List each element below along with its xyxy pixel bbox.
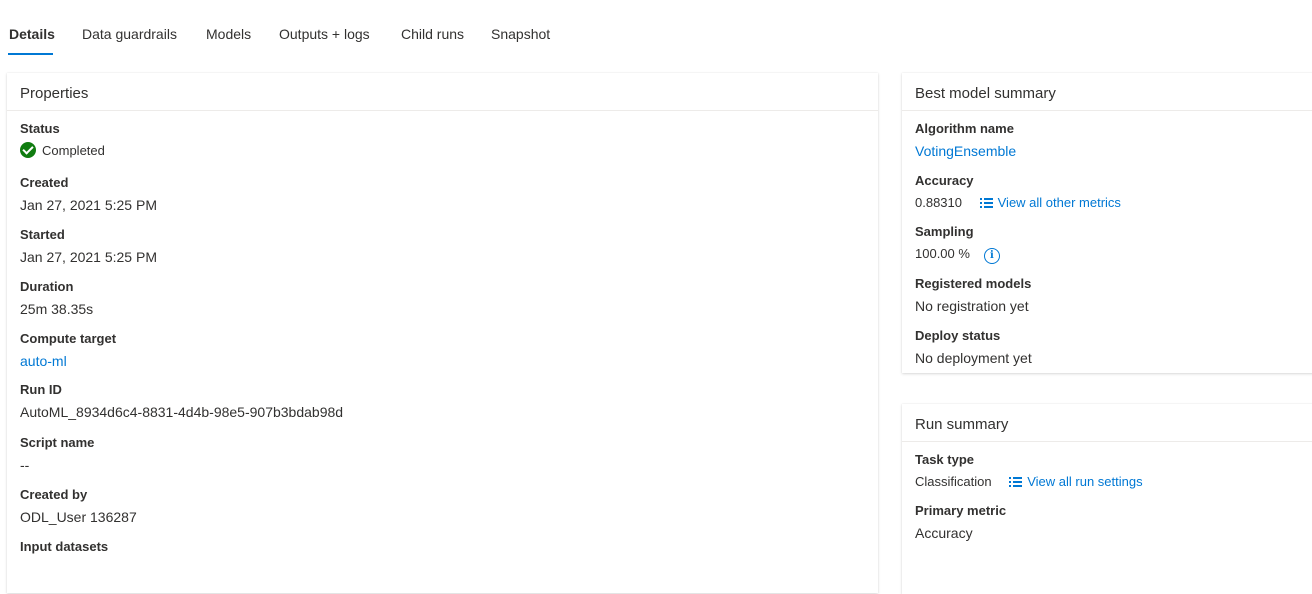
created-by-value: ODL_User 136287 bbox=[20, 509, 137, 525]
tab-snapshot[interactable]: Snapshot bbox=[491, 26, 550, 42]
accuracy-value: 0.88310 bbox=[911, 191, 966, 216]
view-all-run-settings-link[interactable]: View all run settings bbox=[1009, 474, 1143, 489]
active-tab-indicator bbox=[8, 53, 53, 55]
primary-metric-property: Primary metric Accuracy bbox=[915, 503, 1006, 543]
created-value: Jan 27, 2021 5:25 PM bbox=[20, 197, 157, 213]
status-property: Status Completed bbox=[20, 121, 105, 161]
primary-metric-label: Primary metric bbox=[915, 503, 1007, 518]
registered-models-value: No registration yet bbox=[915, 298, 1029, 314]
list-icon bbox=[1009, 477, 1023, 487]
sampling-value: 100.00 % bbox=[915, 246, 970, 261]
sampling-property: Sampling 100.00 % i bbox=[915, 224, 1000, 264]
algorithm-label: Algorithm name bbox=[915, 121, 1014, 136]
task-type-property: Task type Classification View all run se… bbox=[915, 452, 1143, 492]
algorithm-link[interactable]: VotingEnsemble bbox=[910, 139, 1021, 164]
accuracy-label: Accuracy bbox=[915, 173, 974, 188]
properties-card: Properties Status Completed Created Jan … bbox=[7, 73, 878, 593]
run-id-property: Run ID AutoML_8934d6c4-8831-4d4b-98e5-90… bbox=[14, 382, 374, 432]
tab-models[interactable]: Models bbox=[206, 26, 251, 42]
deploy-status-value: No deployment yet bbox=[915, 350, 1032, 366]
created-label: Created bbox=[20, 175, 69, 190]
primary-metric-value: Accuracy bbox=[915, 525, 973, 541]
registered-models-property: Registered models No registration yet bbox=[915, 276, 1031, 316]
status-value: Completed bbox=[20, 141, 105, 161]
divider bbox=[7, 110, 878, 111]
best-model-summary-card: Best model summary Algorithm name Voting… bbox=[902, 73, 1312, 373]
duration-label: Duration bbox=[20, 279, 74, 294]
properties-title: Properties bbox=[20, 85, 89, 102]
tab-outputs-logs[interactable]: Outputs + logs bbox=[279, 26, 370, 42]
created-by-label: Created by bbox=[20, 487, 88, 502]
run-id-label: Run ID bbox=[20, 382, 62, 397]
duration-property: Duration 25m 38.35s bbox=[20, 279, 93, 319]
run-id-value: AutoML_8934d6c4-8831-4d4b-98e5-907b3bdab… bbox=[14, 393, 374, 432]
input-datasets-label: Input datasets bbox=[20, 539, 109, 554]
created-property: Created Jan 27, 2021 5:25 PM bbox=[20, 175, 157, 215]
registered-models-label: Registered models bbox=[915, 276, 1032, 291]
duration-value: 25m 38.35s bbox=[20, 301, 94, 317]
compute-target-property: Compute target auto-ml bbox=[20, 331, 116, 371]
tab-child-runs[interactable]: Child runs bbox=[401, 26, 464, 42]
view-all-metrics-label: View all other metrics bbox=[997, 195, 1121, 210]
run-summary-title: Run summary bbox=[915, 416, 1009, 433]
divider bbox=[902, 110, 1312, 111]
divider bbox=[902, 441, 1312, 442]
compute-target-link[interactable]: auto-ml bbox=[20, 351, 116, 371]
script-name-value: -- bbox=[20, 457, 30, 473]
deploy-status-property: Deploy status No deployment yet bbox=[915, 328, 1032, 368]
tab-details[interactable]: Details bbox=[9, 26, 55, 42]
check-circle-icon bbox=[20, 142, 36, 158]
info-icon[interactable]: i bbox=[983, 248, 1000, 264]
view-all-metrics-link[interactable]: View all other metrics bbox=[979, 195, 1121, 210]
status-text: Completed bbox=[42, 143, 105, 158]
started-label: Started bbox=[20, 227, 65, 242]
task-type-value: Classification bbox=[915, 474, 992, 489]
algorithm-property: Algorithm name VotingEnsemble bbox=[910, 121, 1021, 164]
started-value: Jan 27, 2021 5:25 PM bbox=[20, 249, 157, 265]
list-icon bbox=[979, 198, 993, 208]
created-by-property: Created by ODL_User 136287 bbox=[20, 487, 137, 527]
compute-target-label: Compute target bbox=[20, 331, 117, 346]
deploy-status-label: Deploy status bbox=[915, 328, 1001, 343]
script-name-label: Script name bbox=[20, 435, 95, 450]
accuracy-property: Accuracy 0.88310 View all other metrics bbox=[911, 173, 1121, 216]
tab-bar: Details Data guardrails Models Outputs +… bbox=[0, 0, 1312, 58]
script-name-property: Script name -- bbox=[20, 435, 94, 475]
started-property: Started Jan 27, 2021 5:25 PM bbox=[20, 227, 157, 267]
view-all-run-settings-label: View all run settings bbox=[1027, 474, 1143, 489]
input-datasets-property: Input datasets bbox=[20, 539, 108, 555]
tab-data-guardrails[interactable]: Data guardrails bbox=[82, 26, 177, 42]
status-label: Status bbox=[20, 121, 60, 136]
best-model-title: Best model summary bbox=[915, 85, 1056, 102]
sampling-label: Sampling bbox=[915, 224, 974, 239]
run-summary-card: Run summary Task type Classification Vie… bbox=[902, 404, 1312, 594]
task-type-label: Task type bbox=[915, 452, 975, 467]
